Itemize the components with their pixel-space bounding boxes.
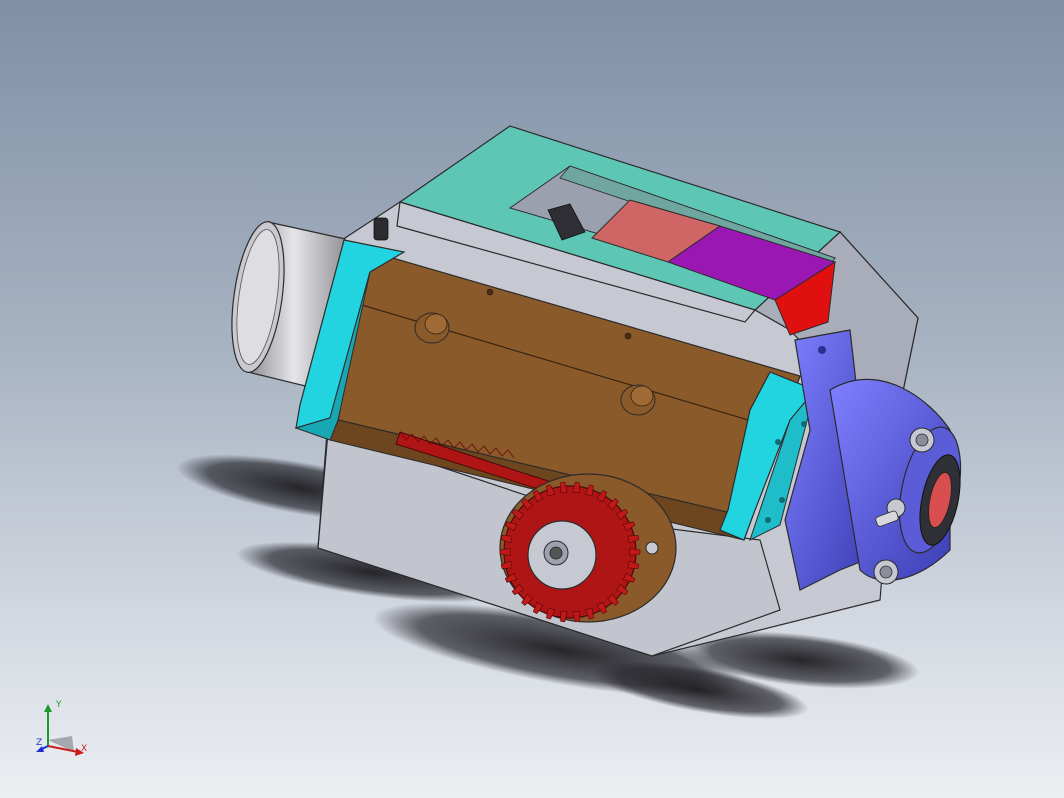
cad-model[interactable]	[0, 0, 1064, 798]
axis-z-label: Z	[36, 738, 43, 748]
axis-x-label: X	[81, 744, 88, 754]
axis-triad[interactable]: Y X Z	[34, 700, 94, 762]
axis-y-label: Y	[56, 700, 62, 710]
disc-screw	[645, 541, 659, 555]
stud-top-left	[373, 217, 389, 241]
gear-tooth	[499, 548, 511, 556]
gear-tooth	[629, 548, 641, 556]
graphics-viewport[interactable]: Y X Z	[0, 0, 1064, 798]
